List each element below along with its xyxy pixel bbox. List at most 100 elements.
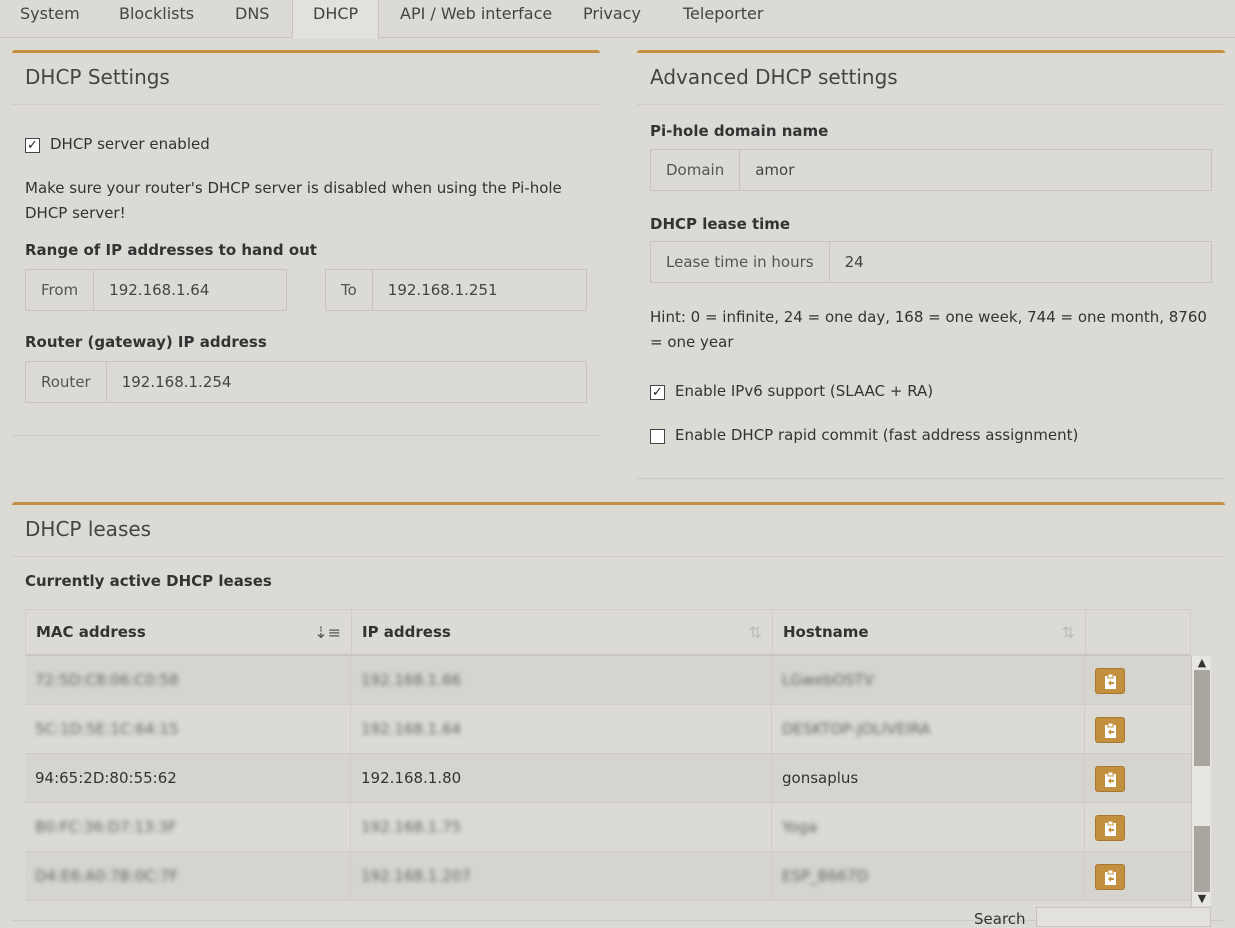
cell-ip-text: 192.168.1.207 <box>361 867 471 885</box>
lease-time-group: Lease time in hours 24 <box>650 241 1212 283</box>
scroll-down-icon[interactable]: ▼ <box>1192 892 1212 906</box>
col-ip-label: IP address <box>362 623 451 641</box>
active-leases-label: Currently active DHCP leases <box>25 572 272 590</box>
cell-mac: B0:FC:36:D7:13:3F <box>25 803 351 852</box>
range-from-input[interactable]: 192.168.1.64 <box>94 270 286 310</box>
tab-system[interactable]: System <box>0 0 100 38</box>
copy-to-static-button[interactable] <box>1095 864 1125 890</box>
router-label: Router (gateway) IP address <box>25 333 267 351</box>
dhcp-enabled-checkbox[interactable]: ✓ <box>25 138 40 153</box>
cell-mac: D4:E6:A0:7B:0C:7F <box>25 852 351 901</box>
advanced-dhcp-panel: Advanced DHCP settings Pi-hole domain na… <box>637 50 1225 478</box>
cell-ip: 192.168.1.207 <box>351 852 772 901</box>
col-ip-address[interactable]: IP address ⇅ <box>352 610 773 655</box>
cell-ip: 192.168.1.80 <box>351 754 772 803</box>
domain-input[interactable]: amor <box>740 150 1211 190</box>
domain-addon: Domain <box>651 150 741 190</box>
router-input[interactable]: 192.168.1.254 <box>107 362 586 402</box>
sort-icon: ⇅ <box>1061 623 1075 642</box>
cell-hostname-text: LGwebOSTV <box>782 671 874 689</box>
lease-time-addon: Lease time in hours <box>651 242 830 282</box>
table-row: D4:E6:A0:7B:0C:7F 192.168.1.207 ESP_B667D <box>25 852 1191 901</box>
scroll-up-icon[interactable]: ▲ <box>1192 656 1212 670</box>
rapid-commit-checkbox[interactable] <box>650 429 665 444</box>
leases-table-header: MAC address ⇣≡ IP address ⇅ Hostname ⇅ <box>25 609 1191 656</box>
cell-ip-text: 192.168.1.75 <box>361 818 462 836</box>
clipboard-icon <box>1105 722 1116 738</box>
lease-time-input[interactable]: 24 <box>830 242 1211 282</box>
cell-mac: 5C:1D:5E:1C:64:15 <box>25 705 351 754</box>
cell-hostname-text: ESP_B667D <box>782 867 869 885</box>
cell-hostname: LGwebOSTV <box>772 656 1085 705</box>
clipboard-icon <box>1105 673 1116 689</box>
scroll-track-segment <box>1194 826 1210 892</box>
dhcp-enabled-label: DHCP server enabled <box>50 135 210 153</box>
tab-dns[interactable]: DNS <box>215 0 289 38</box>
domain-group: Domain amor <box>650 149 1212 191</box>
cell-ip-text: 192.168.1.66 <box>361 671 462 689</box>
cell-hostname-text: gonsaplus <box>782 769 859 787</box>
scroll-thumb[interactable] <box>1194 670 1210 766</box>
ipv6-label: Enable IPv6 support (SLAAC + RA) <box>675 382 934 400</box>
range-from-group: From 192.168.1.64 <box>25 269 287 311</box>
tab-teleporter[interactable]: Teleporter <box>663 0 783 38</box>
dhcp-leases-header: DHCP leases <box>12 505 1225 557</box>
tab-blocklists[interactable]: Blocklists <box>99 0 214 38</box>
col-hostname-label: Hostname <box>783 623 869 641</box>
clipboard-icon <box>1105 820 1116 836</box>
tab-privacy[interactable]: Privacy <box>563 0 661 38</box>
cell-mac-text: D4:E6:A0:7B:0C:7F <box>35 867 179 885</box>
copy-to-static-button[interactable] <box>1095 717 1125 743</box>
sort-asc-icon: ⇣≡ <box>314 623 341 642</box>
cell-ip-text: 192.168.1.80 <box>361 769 462 787</box>
cell-mac: 72:5D:C8:06:C0:58 <box>25 656 351 705</box>
table-row: 72:5D:C8:06:C0:58 192.168.1.66 LGwebOSTV <box>25 656 1191 705</box>
range-label: Range of IP addresses to hand out <box>25 241 317 259</box>
tab-api-web-interface[interactable]: API / Web interface <box>380 0 572 38</box>
lease-hint-text: Hint: 0 = infinite, 24 = one day, 168 = … <box>650 308 1207 351</box>
dhcp-settings-panel: DHCP Settings ✓ DHCP server enabled Make… <box>12 50 600 435</box>
dhcp-settings-header: DHCP Settings <box>12 53 600 105</box>
cell-hostname-text: Yoga <box>782 818 818 836</box>
col-mac-address[interactable]: MAC address ⇣≡ <box>26 610 352 655</box>
dhcp-leases-title: DHCP leases <box>25 517 152 541</box>
cell-ip: 192.168.1.75 <box>351 803 772 852</box>
settings-tabs: System Blocklists DNS DHCP API / Web int… <box>0 0 1235 39</box>
table-row: 5C:1D:5E:1C:64:15 192.168.1.64 DESKTOP-JOL… <box>25 705 1191 754</box>
range-to-input[interactable]: 192.168.1.251 <box>373 270 586 310</box>
table-scrollbar[interactable]: ▲ ▼ <box>1191 656 1211 906</box>
col-actions <box>1086 610 1191 655</box>
lease-time-label: DHCP lease time <box>650 215 791 233</box>
copy-to-static-button[interactable] <box>1095 766 1125 792</box>
cell-hostname: Yoga <box>772 803 1085 852</box>
clipboard-icon <box>1105 771 1116 787</box>
table-row: 94:65:2D:80:55:62 192.168.1.80 gonsaplus <box>25 754 1191 803</box>
dhcp-settings-title: DHCP Settings <box>25 65 170 89</box>
search-input[interactable] <box>1036 907 1211 927</box>
dhcp-warning-text: Make sure your router's DHCP server is d… <box>25 179 562 222</box>
cell-mac-text: 72:5D:C8:06:C0:58 <box>35 671 179 689</box>
cell-hostname: gonsaplus <box>772 754 1085 803</box>
cell-hostname: ESP_B667D <box>772 852 1085 901</box>
domain-label: Pi-hole domain name <box>650 122 829 140</box>
cell-ip: 192.168.1.66 <box>351 656 772 705</box>
sort-icon: ⇅ <box>748 623 762 642</box>
cell-hostname: DESKTOP-JOLIVEIRA <box>772 705 1085 754</box>
router-group: Router 192.168.1.254 <box>25 361 587 403</box>
cell-ip: 192.168.1.64 <box>351 705 772 754</box>
to-addon: To <box>326 270 373 310</box>
clipboard-icon <box>1105 869 1116 885</box>
ipv6-checkbox[interactable]: ✓ <box>650 385 665 400</box>
cell-ip-text: 192.168.1.64 <box>361 720 462 738</box>
range-to-group: To 192.168.1.251 <box>325 269 587 311</box>
col-mac-label: MAC address <box>36 623 146 641</box>
tab-dhcp[interactable]: DHCP <box>292 0 380 39</box>
copy-to-static-button[interactable] <box>1095 815 1125 841</box>
table-row: B0:FC:36:D7:13:3F 192.168.1.75 Yoga <box>25 803 1191 852</box>
advanced-dhcp-title: Advanced DHCP settings <box>650 65 898 89</box>
leases-table-body: 72:5D:C8:06:C0:58 192.168.1.66 LGwebOSTV 5C… <box>25 656 1191 911</box>
cell-hostname-text: DESKTOP-JOLIVEIRA <box>782 720 931 738</box>
col-hostname[interactable]: Hostname ⇅ <box>773 610 1086 655</box>
cell-mac-text: 94:65:2D:80:55:62 <box>35 769 177 787</box>
copy-to-static-button[interactable] <box>1095 668 1125 694</box>
